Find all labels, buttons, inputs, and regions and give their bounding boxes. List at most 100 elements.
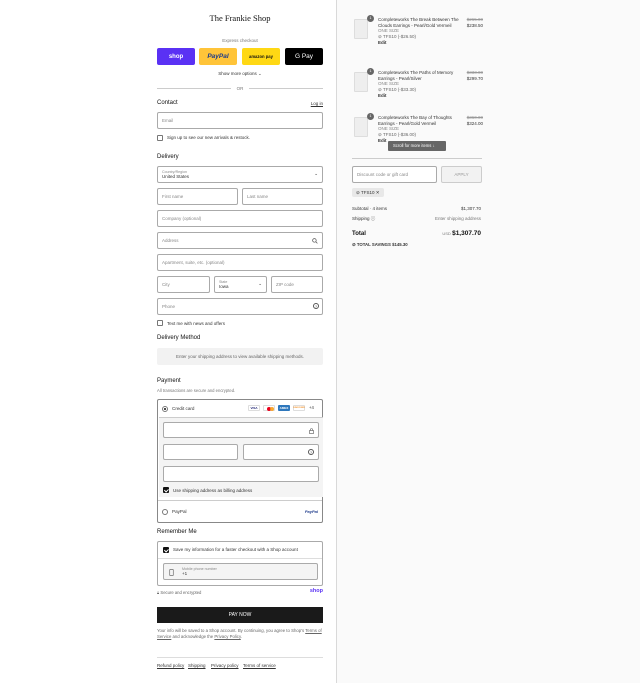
shop-logo: shop (309, 588, 323, 594)
old-price: $333.00 (466, 70, 483, 75)
savings-row: ⊘ TOTAL SAVINGS $145.30 (352, 242, 408, 248)
newsletter-label: Sign up to see our new arrivals & restoc… (167, 135, 251, 140)
state-select[interactable]: State Iowa ⌄ (214, 276, 267, 293)
scroll-more-items-button[interactable]: Scroll for more items ↓ (388, 141, 446, 151)
paypal-logo: PayPal (304, 509, 318, 514)
terms-of-service-link[interactable]: Terms of service (243, 663, 276, 668)
delivery-heading: Delivery (157, 154, 179, 160)
apply-button[interactable]: APPLY (441, 166, 482, 183)
item-discount: TFS10 (-$36.00) (382, 131, 416, 137)
payment-divider (158, 500, 322, 501)
quantity-badge: 1 (367, 113, 374, 120)
privacy-link[interactable]: Privacy Policy (214, 634, 240, 639)
paypal-button[interactable]: PayPal (199, 48, 237, 65)
item-prices: $265.00 $238.50 (467, 17, 483, 28)
mobile-phone-field[interactable]: Mobile phone number +1 (163, 563, 318, 580)
mastercard-icon (263, 405, 275, 411)
shop-pay-button[interactable]: shop (157, 48, 195, 65)
pay-now-button[interactable]: PAY NOW (157, 607, 323, 623)
paypal-radio[interactable] (162, 509, 168, 515)
total-value: $1,307.70 (452, 230, 481, 237)
currency: USD (442, 231, 451, 236)
shipping-label: Shipping (352, 216, 370, 221)
card-fields-area: ? Use shipping address as billing addres… (159, 417, 323, 497)
payment-heading: Payment (157, 378, 181, 384)
credit-card-radio[interactable] (162, 406, 168, 412)
scroll-hint-label: Scroll for more items (393, 143, 432, 148)
company-field[interactable]: Company (optional) (157, 210, 323, 227)
tag-icon: ⊘ (352, 242, 356, 247)
footer-divider (157, 657, 323, 658)
lock-icon (309, 428, 314, 434)
chevron-down-icon: ⌄ (258, 71, 262, 76)
address-placeholder: Address (162, 238, 179, 243)
shipping-link[interactable]: Shipping (188, 663, 206, 668)
discount-code-field[interactable]: Discount code or gift card (352, 166, 437, 183)
cart-item: Completeworks The Bay of Thoughts Earrin… (378, 115, 460, 144)
edit-link[interactable]: Edit (378, 93, 460, 99)
total-value-group: USD $1,307.70 (442, 230, 481, 237)
legal-intro: Your info will be saved to a Shop accoun… (157, 628, 305, 633)
item-prices: $360.00 $324.00 (467, 115, 483, 126)
subtotal-value: $1,307.70 (460, 206, 481, 211)
newsletter-checkbox[interactable] (157, 135, 163, 141)
privacy-policy-link[interactable]: Privacy policy (211, 663, 239, 668)
chevron-down-icon: ⌄ (258, 281, 262, 286)
credit-card-box: Credit card VISA AMEX DISCOVER +4 ? Use … (157, 399, 323, 523)
billing-same-checkbox[interactable] (163, 487, 169, 493)
savings-value: $145.30 (392, 242, 408, 247)
item-prices: $333.00 $299.70 (467, 70, 483, 81)
help-icon[interactable]: ⓘ (371, 216, 376, 221)
price: $324.00 (466, 120, 483, 126)
secure-label: Secure and encrypted (160, 590, 202, 595)
remember-me-box: Save my information for a faster checkou… (157, 541, 323, 586)
phone-field[interactable]: Phone ? (157, 298, 323, 315)
tag-icon: ⊘ (378, 86, 382, 92)
quantity-badge: 1 (367, 68, 374, 75)
product-thumbnail (354, 72, 368, 92)
name-on-card-field[interactable] (163, 466, 319, 482)
chevron-down-icon: ⌄ (314, 171, 318, 176)
zip-field[interactable]: ZIP code (271, 276, 323, 293)
shipping-value: Enter shipping address (434, 216, 481, 221)
city-field[interactable]: City (157, 276, 210, 293)
help-icon[interactable]: ? (313, 303, 319, 309)
country-select[interactable]: Country/Region United States ⌄ (157, 166, 323, 183)
expiration-field[interactable] (163, 444, 238, 460)
credit-card-label: Credit card (172, 406, 195, 411)
old-price: $265.00 (466, 17, 483, 22)
refund-policy-link[interactable]: Refund policy (157, 663, 184, 668)
cart-divider (352, 158, 482, 159)
remember-me-heading: Remember Me (157, 529, 197, 535)
shop-title[interactable]: The Frankie Shop (157, 13, 323, 23)
show-more-options[interactable]: Show more options ⌄ (157, 71, 323, 77)
legal-end: . (240, 634, 242, 639)
tag-icon: ⊘ (378, 131, 382, 137)
google-pay-button[interactable]: G Pay (285, 48, 323, 65)
first-name-field[interactable]: First name (157, 188, 238, 205)
old-price: $360.00 (466, 115, 483, 120)
apartment-field[interactable]: Apartment, suite, etc. (optional) (157, 254, 323, 271)
security-code-field[interactable]: ? (243, 444, 319, 460)
visa-icon: VISA (248, 405, 260, 411)
product-thumbnail (354, 19, 368, 39)
edit-link[interactable]: Edit (378, 40, 460, 46)
help-icon[interactable]: ? (308, 449, 314, 455)
item-discount: TFS10 (-$33.30) (382, 86, 416, 92)
last-name-field[interactable]: Last name (242, 188, 323, 205)
savings-label: TOTAL SAVINGS (356, 242, 391, 247)
shipping-methods-placeholder: Enter your shipping address to view avai… (157, 348, 323, 365)
text-me-checkbox[interactable] (157, 320, 163, 326)
login-link[interactable]: Log in (311, 101, 323, 106)
legal-and: and acknowledge the (172, 634, 214, 639)
email-field[interactable]: Email (157, 112, 323, 129)
amazon-pay-button[interactable]: amazon pay (242, 48, 280, 65)
save-info-checkbox[interactable] (163, 547, 169, 553)
address-field[interactable]: Address (157, 232, 323, 249)
item-name: Completeworks The Paths of Memory Earrin… (378, 70, 454, 81)
card-number-field[interactable] (163, 422, 319, 438)
remove-icon[interactable]: ✕ (376, 190, 380, 195)
total-label: Total (352, 231, 366, 237)
phone-placeholder: Phone (162, 304, 176, 309)
price: $299.70 (466, 75, 483, 81)
